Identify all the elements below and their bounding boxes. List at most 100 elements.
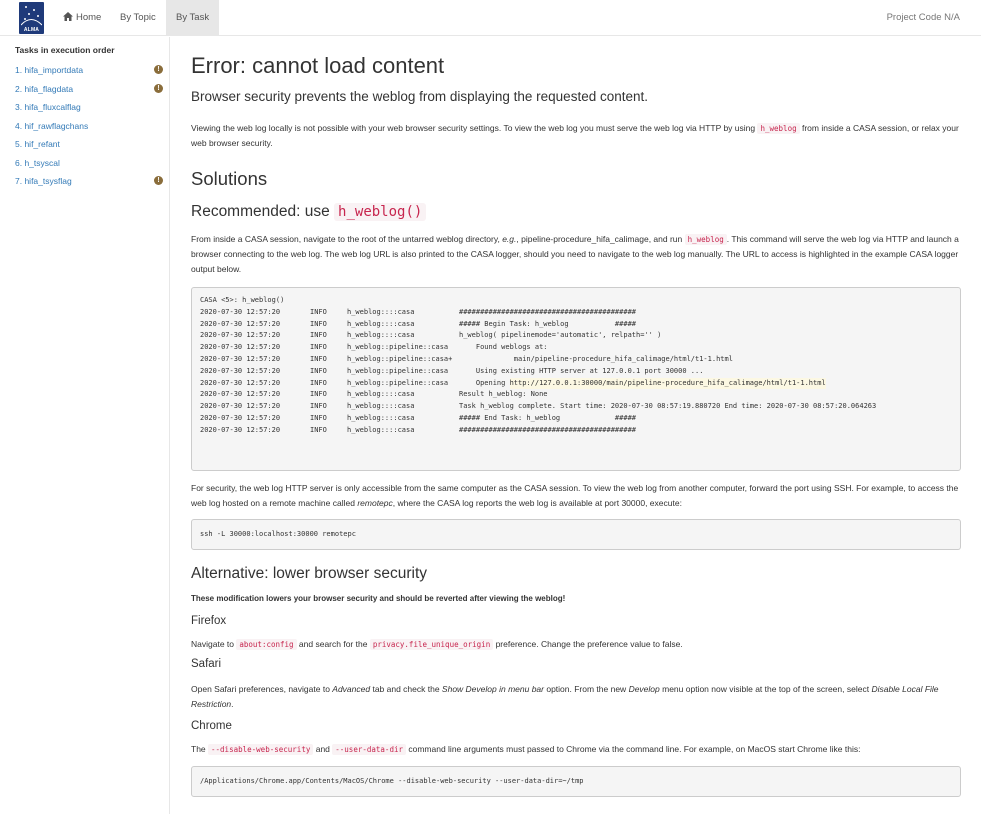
log-timestamp: 2020-07-30 12:57:20	[200, 390, 281, 399]
log-level: INFO	[310, 366, 327, 375]
body-text: command line arguments must passed to Ch…	[406, 744, 861, 754]
log-timestamp: 2020-07-30 12:57:20	[200, 413, 281, 422]
log-message: ########################################…	[459, 307, 637, 316]
home-icon	[63, 12, 73, 21]
project-code: Project Code N/A	[886, 12, 960, 23]
body-text: .	[231, 699, 234, 709]
log-line: 2020-07-30 12:57:20 INFO h_weblog::pipelin…	[200, 342, 952, 354]
log-level: INFO	[310, 390, 327, 399]
logo-text: ALMA	[23, 27, 40, 33]
log-level: INFO	[310, 307, 327, 316]
body-emphasis: e.g.	[502, 234, 517, 244]
log-line: 2020-07-30 12:57:20 INFO h_weblog::::casa #…	[200, 413, 952, 425]
log-timestamp: 2020-07-30 12:57:20	[200, 366, 281, 375]
body-text: The	[191, 744, 209, 754]
list-item: 5. hif_refant	[0, 138, 170, 157]
log-level: INFO	[310, 331, 327, 340]
safari-heading: Safari	[191, 658, 222, 670]
body-text: option. From the new	[543, 684, 629, 694]
log-source: h_weblog::pipeline::casa	[347, 378, 449, 387]
sidebar-heading: Tasks in execution order	[15, 45, 115, 55]
log-prompt: CASA <5>: h_weblog()	[200, 296, 285, 304]
list-item: 6. h_tsyscal	[0, 157, 170, 176]
log-message: Found weblogs at:	[459, 343, 548, 352]
log-level: INFO	[310, 413, 327, 422]
list-item: 3. hifa_fluxcalflag	[0, 101, 170, 120]
body-emphasis: Develop	[628, 684, 660, 694]
log-message: Result h_weblog: None	[459, 390, 548, 399]
body-text: preference. Change the preference value …	[493, 639, 683, 649]
solutions-heading: Solutions	[191, 168, 268, 189]
task-link-flagdata[interactable]: 2. hifa_flagdata	[15, 83, 73, 95]
nav-home[interactable]: Home	[53, 0, 111, 36]
chrome-paragraph: The --disable-web-security and --user-da…	[191, 742, 961, 757]
inline-code: h_weblog	[684, 234, 727, 245]
body-text: and	[313, 744, 333, 754]
log-source: h_weblog::::casa	[347, 319, 415, 328]
log-source: h_weblog::::casa	[347, 307, 415, 316]
intro-paragraph: Viewing the web log locally is not possi…	[191, 121, 961, 151]
highlighted-url[interactable]: http://127.0.0.1:30000/main/pipeline-pro…	[509, 377, 826, 390]
body-text: menu option now visible at the top of th…	[659, 684, 872, 694]
log-message: main/pipeline-procedure_hifa_calimage/ht…	[459, 354, 733, 363]
inline-code: about:config	[236, 639, 297, 650]
list-item: 4. hif_rawflagchans	[0, 120, 170, 139]
body-text: From inside a CASA session, navigate to …	[191, 234, 503, 244]
log-source: h_weblog::::casa	[347, 331, 415, 340]
log-line: 2020-07-30 12:57:20 INFO h_weblog::pipelin…	[200, 377, 952, 390]
log-timestamp: 2020-07-30 12:57:20	[200, 343, 281, 352]
inline-code: --user-data-dir	[332, 744, 406, 755]
log-line: 2020-07-30 12:57:20 INFO h_weblog::pipelin…	[200, 354, 952, 366]
task-link-fluxcalflag[interactable]: 3. hifa_fluxcalflag	[15, 101, 81, 113]
body-emphasis: Show Develop in menu bar	[441, 684, 544, 694]
log-timestamp: 2020-07-30 12:57:20	[200, 354, 281, 363]
log-source: h_weblog::pipeline::casa	[347, 366, 449, 375]
firefox-paragraph: Navigate to about:config and search for …	[191, 637, 961, 652]
log-line: 2020-07-30 12:57:20 INFO h_weblog::::casa T…	[200, 401, 952, 413]
log-message: Using existing HTTP server at 127.0.0.1 …	[459, 366, 704, 375]
alma-logo[interactable]: ALMA	[19, 2, 44, 34]
log-message: ##### Begin Task: h_weblog #####	[459, 319, 637, 328]
log-level: INFO	[310, 402, 327, 411]
task-link-refant[interactable]: 5. hif_refant	[15, 138, 60, 150]
ssh-paragraph: For security, the web log HTTP server is…	[191, 481, 961, 511]
chrome-command: /Applications/Chrome.app/Contents/MacOS/…	[200, 777, 584, 785]
body-emphasis: Advanced	[332, 684, 371, 694]
log-source: h_weblog::::casa	[347, 390, 415, 399]
log-message: Task h_weblog complete. Start time: 2020…	[459, 402, 877, 411]
body-text: , where the CASA log reports the web log…	[392, 498, 682, 508]
recommended-paragraph: From inside a CASA session, navigate to …	[191, 232, 961, 277]
log-timestamp: 2020-07-30 12:57:20	[200, 402, 281, 411]
log-line: 2020-07-30 12:57:20 INFO h_weblog::::casa h…	[200, 330, 952, 342]
log-line: 2020-07-30 12:57:20 INFO h_weblog::::casa R…	[200, 389, 952, 401]
nav-by-task-label: By Task	[176, 12, 210, 23]
list-item: 1. hifa_importdata !	[0, 64, 170, 83]
ssh-command: ssh -L 30000:localhost:30000 remotepc	[200, 530, 356, 538]
log-line: 2020-07-30 12:57:20 INFO h_weblog::::casa #…	[200, 319, 952, 331]
log-level: INFO	[310, 378, 327, 387]
log-timestamp: 2020-07-30 12:57:20	[200, 319, 281, 328]
list-item: 2. hifa_flagdata !	[0, 83, 170, 102]
log-message: Opening	[459, 378, 510, 387]
body-text: , pipeline-procedure_hifa_calimage, and …	[516, 234, 685, 244]
nav-by-task[interactable]: By Task	[166, 0, 220, 36]
log-message: ########################################…	[459, 425, 637, 434]
log-level: INFO	[310, 425, 327, 434]
log-source: h_weblog::::casa	[347, 425, 415, 434]
body-text: Open Safari preferences, navigate to	[191, 684, 333, 694]
task-link-rawflagchans[interactable]: 4. hif_rawflagchans	[15, 120, 88, 132]
inline-code: h_weblog	[757, 123, 800, 134]
nav-by-topic[interactable]: By Topic	[110, 0, 166, 36]
chrome-command-block: /Applications/Chrome.app/Contents/MacOS/…	[191, 766, 961, 797]
task-link-importdata[interactable]: 1. hifa_importdata	[15, 64, 83, 76]
task-link-tsyscal[interactable]: 6. h_tsyscal	[15, 157, 60, 169]
body-text: and search for the	[296, 639, 370, 649]
list-item: 7. hifa_tsysflag !	[0, 175, 170, 194]
task-link-tsysflag[interactable]: 7. hifa_tsysflag	[15, 175, 72, 187]
warning-icon: !	[154, 83, 163, 93]
log-message: ##### End Task: h_weblog #####	[459, 413, 637, 422]
recommended-heading: Recommended: use h_weblog()	[191, 203, 427, 221]
log-timestamp: 2020-07-30 12:57:20	[200, 378, 281, 387]
heading-text: Recommended: use	[191, 203, 335, 220]
casa-log-output: CASA <5>: h_weblog() 2020-07-30 12:57:20 I…	[191, 287, 961, 471]
